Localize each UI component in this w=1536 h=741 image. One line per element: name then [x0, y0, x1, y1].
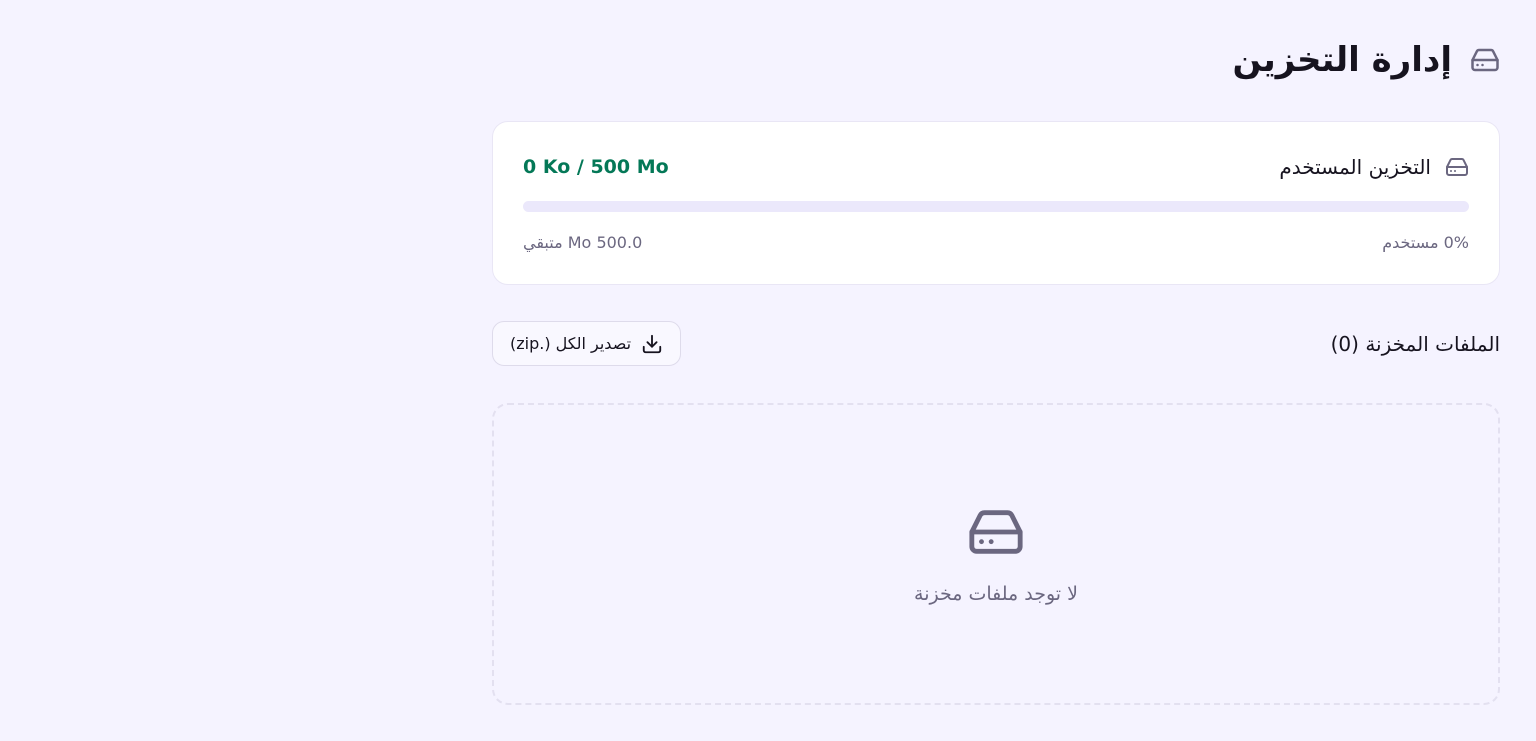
- export-all-label: تصدير الكل (.zip): [509, 334, 632, 353]
- used-percent-label: 0% مستخدم: [1382, 232, 1469, 252]
- storage-card-footer: 0% مستخدم 500.0 Mo متبقي: [523, 230, 1469, 254]
- page-title: إدارة التخزين: [1232, 40, 1452, 80]
- storage-card-title-group: التخزين المستخدم: [1279, 152, 1469, 182]
- storage-management-page: إدارة التخزين التخزين المستخدم 0 Ko / 50…: [492, 0, 1500, 741]
- page-header: إدارة التخزين: [1232, 38, 1500, 82]
- empty-files-message: لا توجد ملفات مخزنة: [914, 583, 1078, 605]
- storage-usage-value: 0 Ko / 500 Mo: [523, 156, 669, 178]
- hard-drive-icon: [1470, 45, 1500, 75]
- storage-usage-card: التخزين المستخدم 0 Ko / 500 Mo 0% مستخدم…: [492, 121, 1500, 285]
- stored-files-header: الملفات المخزنة (0) تصدير الكل (.zip): [492, 321, 1500, 366]
- storage-card-title: التخزين المستخدم: [1279, 155, 1431, 179]
- export-all-zip-button[interactable]: تصدير الكل (.zip): [492, 321, 681, 366]
- storage-card-header: التخزين المستخدم 0 Ko / 500 Mo: [523, 152, 1469, 182]
- download-icon: [641, 333, 663, 355]
- storage-progress-bar: [523, 201, 1469, 212]
- hard-drive-icon: [967, 503, 1025, 561]
- hard-drive-icon: [1445, 155, 1469, 179]
- stored-files-title: الملفات المخزنة (0): [1330, 331, 1500, 356]
- remaining-storage-label: 500.0 Mo متبقي: [523, 232, 643, 252]
- empty-files-state: لا توجد ملفات مخزنة: [492, 403, 1500, 705]
